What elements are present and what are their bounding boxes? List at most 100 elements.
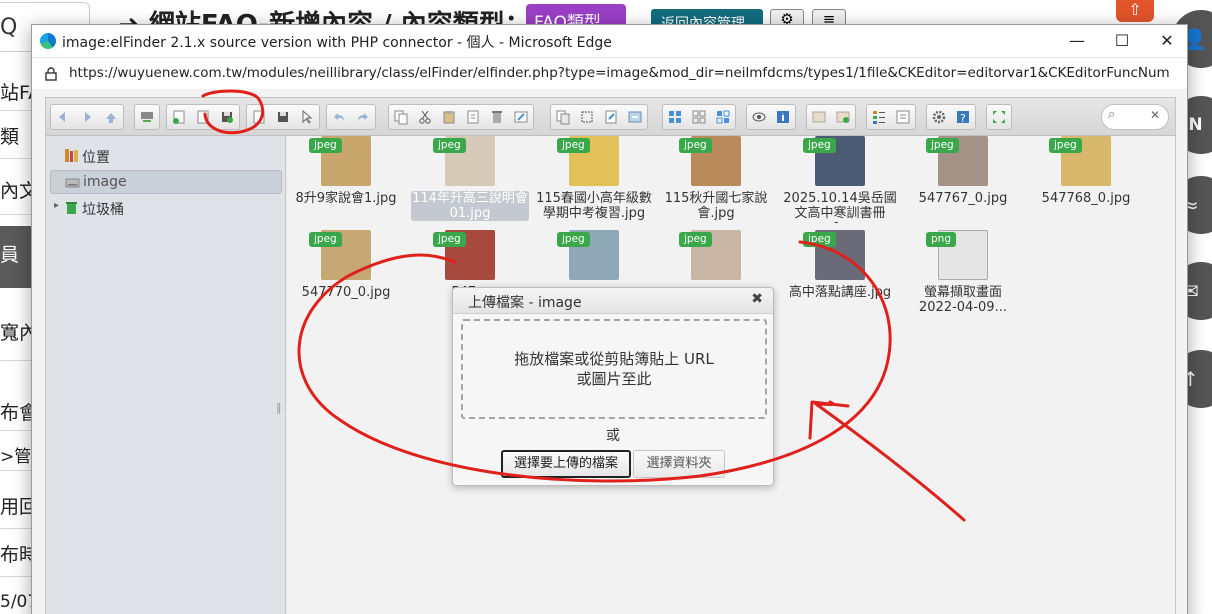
file-type-badge: jpeg (433, 232, 466, 247)
toolbar-group-open (246, 104, 320, 130)
file-item[interactable]: jpeg 115秋升國七家說會.jpg (657, 136, 775, 232)
upload-dropzone[interactable]: 拖放檔案或從剪貼簿貼上 URL 或圖片至此 (461, 319, 767, 419)
paste-icon[interactable] (437, 105, 461, 129)
file-type-badge: png (926, 232, 956, 247)
toolbar-group-edit (388, 104, 534, 130)
file-name: 547768_0.jpg (1041, 191, 1131, 206)
lock-icon (45, 67, 57, 81)
new-file-icon[interactable] (191, 105, 215, 129)
window-titlebar: image:elFinder 2.1.x source version with… (32, 25, 1187, 57)
save-icon[interactable] (271, 105, 295, 129)
open-icon[interactable] (247, 105, 271, 129)
expand-arrow-icon[interactable]: ▸ (54, 200, 59, 211)
resize-icon[interactable] (599, 105, 623, 129)
sort-icon[interactable] (891, 105, 915, 129)
back-icon[interactable] (51, 105, 75, 129)
search-input[interactable]: ⌕ ✕ (1101, 104, 1169, 130)
nav-item-image[interactable]: image (50, 170, 282, 194)
window-title: image:elFinder 2.1.x source version with… (62, 35, 612, 51)
toolbar-group-sort (866, 104, 916, 130)
file-item-selected[interactable]: jpeg 114年升高三說明會01.jpg (411, 136, 529, 232)
maximize-icon[interactable]: ☐ (1102, 28, 1142, 54)
close-icon[interactable]: ✖ (751, 291, 763, 307)
choose-folder-button[interactable]: 選擇資料夾 (633, 450, 725, 478)
file-item[interactable]: jpeg 8升9家說會1.jpg (287, 136, 405, 232)
choose-files-button[interactable]: 選擇要上傳的檔案 (501, 450, 631, 478)
delete-icon[interactable] (485, 105, 509, 129)
file-type-badge: jpeg (803, 138, 836, 153)
edge-popup-window: image:elFinder 2.1.x source version with… (31, 24, 1188, 614)
preferences-gear-icon[interactable] (927, 105, 951, 129)
file-type-badge: jpeg (433, 138, 466, 153)
file-type-badge: jpeg (803, 232, 836, 247)
file-type-badge: jpeg (309, 232, 342, 247)
new-folder-icon[interactable] (167, 105, 191, 129)
select-all-icon[interactable] (575, 105, 599, 129)
nav-item-places[interactable]: 位置 (50, 144, 282, 168)
clear-search-icon[interactable]: ✕ (1150, 108, 1160, 122)
up-icon[interactable] (99, 105, 123, 129)
edit-icon[interactable] (509, 105, 533, 129)
info-icon[interactable] (771, 105, 795, 129)
network-drive-icon[interactable] (135, 105, 159, 129)
duplicate-icon[interactable] (551, 105, 575, 129)
toolbar-group-view (662, 104, 736, 130)
icons-view-icon[interactable] (711, 105, 735, 129)
file-type-badge: jpeg (679, 232, 712, 247)
copy-icon[interactable] (389, 105, 413, 129)
search-icon: Q (0, 15, 18, 40)
select-icon[interactable] (295, 105, 319, 129)
resize-handle[interactable]: ‖ (276, 401, 282, 414)
upload-icon[interactable]: ⇧ (1116, 0, 1154, 22)
file-type-badge: jpeg (557, 232, 590, 247)
toolbar-group-info (746, 104, 796, 130)
file-item[interactable]: jpeg 547768_0.jpg (1027, 136, 1145, 232)
minimize-icon[interactable]: — (1057, 28, 1097, 54)
small-grid-icon[interactable] (687, 105, 711, 129)
dialog-header[interactable]: 上傳檔案 - image ✖ (453, 288, 773, 314)
trash-icon (66, 202, 77, 214)
file-name: 115春國小高年級數學期中考複習.jpg (536, 191, 652, 221)
file-item[interactable]: jpeg 高中落點講座.jpg (781, 230, 899, 326)
close-icon[interactable]: ✕ (1147, 28, 1187, 54)
file-item[interactable]: jpeg 547767_0.jpg (904, 136, 1022, 232)
toolbar-group-home (134, 104, 160, 130)
redo-icon[interactable] (351, 105, 375, 129)
help-icon[interactable]: ? (951, 105, 975, 129)
compress-icon[interactable] (831, 105, 855, 129)
rename-icon[interactable] (461, 105, 485, 129)
upload-file-icon[interactable] (215, 105, 239, 129)
dropzone-text-line2: 或圖片至此 (576, 370, 652, 388)
toolbar-group-tools (550, 104, 648, 130)
fullscreen-icon[interactable] (987, 105, 1011, 129)
cut-icon[interactable] (413, 105, 437, 129)
extract-icon[interactable] (807, 105, 831, 129)
forward-icon[interactable] (75, 105, 99, 129)
places-icon (65, 149, 78, 162)
file-name: 2025.10.14吳岳國文高中寒訓書冊_1... (783, 191, 897, 223)
drive-icon (65, 178, 80, 188)
search-icon: ⌕ (1108, 107, 1116, 122)
toolbar-group-prefs: ? (926, 104, 976, 130)
address-bar[interactable]: https://wuyuenew.com.tw/modules/neillibr… (32, 57, 1187, 89)
toolbar-group-extract (806, 104, 856, 130)
nav-item-trash[interactable]: ▸ 垃圾桶 (50, 196, 282, 220)
file-type-badge: jpeg (679, 138, 712, 153)
toolbar-group-undo (326, 104, 376, 130)
file-item[interactable]: jpeg 547770_0.jpg (287, 230, 405, 326)
file-item[interactable]: png 螢幕擷取畫面 2022-04-09... (904, 230, 1022, 326)
file-name: 8升9家說會1.jpg (295, 191, 397, 206)
file-name: 547767_0.jpg (918, 191, 1008, 206)
file-type-badge: jpeg (309, 138, 342, 153)
folder-tree: 位置 image ▸ 垃圾桶 ‖ (46, 136, 286, 614)
grid-view-icon[interactable] (663, 105, 687, 129)
elfinder-toolbar: ? ⌕ ✕ (46, 98, 1175, 136)
file-item[interactable]: jpeg 2025.10.14吳岳國文高中寒訓書冊_1... (781, 136, 899, 232)
file-name: 547770_0.jpg (301, 285, 391, 300)
undo-icon[interactable] (327, 105, 351, 129)
file-item[interactable]: jpeg 115春國小高年級數學期中考複習.jpg (535, 136, 653, 232)
preview-eye-icon[interactable] (747, 105, 771, 129)
archive-icon[interactable] (623, 105, 647, 129)
dropzone-text-line1: 拖放檔案或從剪貼簿貼上 URL (514, 350, 714, 368)
list-view-icon[interactable] (867, 105, 891, 129)
